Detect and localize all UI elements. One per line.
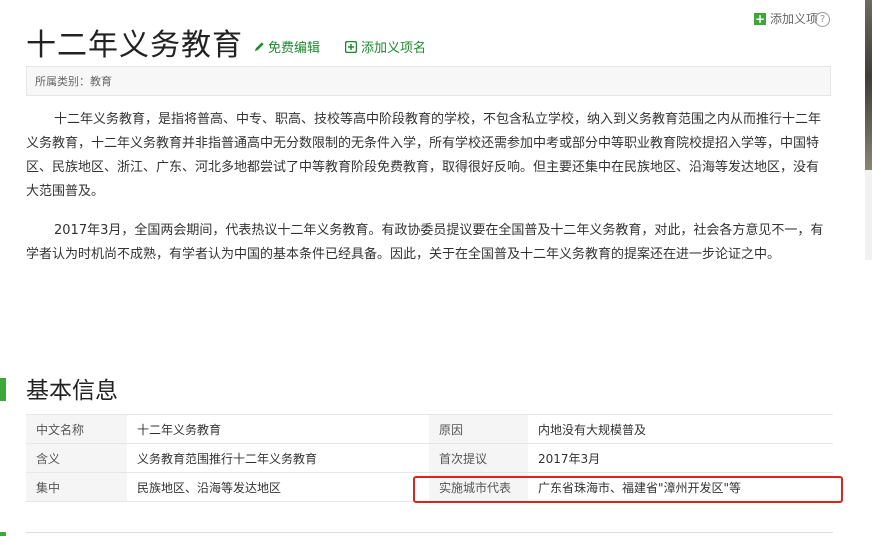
side-image-strip bbox=[865, 0, 872, 170]
info-key: 原因 bbox=[429, 414, 528, 444]
side-panel bbox=[865, 170, 872, 260]
highlight-box bbox=[413, 476, 843, 503]
page-title: 十二年义务教育 bbox=[26, 28, 243, 63]
edit-button[interactable]: 免费编辑 bbox=[254, 37, 320, 56]
add-name-label: 添加义项名 bbox=[361, 41, 427, 56]
add-item-label: 添加义项 bbox=[769, 12, 818, 26]
info-key: 首次提议 bbox=[429, 443, 528, 473]
add-item-link[interactable]: + 添加义项 bbox=[753, 10, 818, 27]
info-value: 十二年义务教育 bbox=[127, 414, 429, 444]
add-name-icon bbox=[345, 40, 357, 53]
section-marker bbox=[0, 378, 6, 401]
info-key: 集中 bbox=[26, 472, 127, 502]
table-row: 含义 义务教育范围推行十二年义务教育 首次提议 2017年3月 bbox=[26, 443, 833, 473]
summary-paragraph-2: 2017年3月，全国两会期间，代表热议十二年义务教育。有政协委员提议要在全国普及… bbox=[26, 223, 824, 262]
summary-paragraph-1: 十二年义务教育，是指将普高、中专、职高、技校等高中阶段教育的学校，不包含私立学校… bbox=[26, 112, 822, 199]
info-value: 2017年3月 bbox=[528, 443, 833, 473]
info-value: 内地没有大规模普及 bbox=[528, 414, 833, 444]
edit-label: 免费编辑 bbox=[268, 41, 321, 56]
category-bar: 所属类别：教育 bbox=[26, 66, 831, 96]
table-row: 中文名称 十二年义务教育 原因 内地没有大规模普及 bbox=[26, 414, 833, 444]
plus-icon: + bbox=[753, 11, 766, 26]
info-value: 义务教育范围推行十二年义务教育 bbox=[127, 443, 429, 473]
help-icon[interactable]: ? bbox=[815, 12, 830, 27]
info-key: 中文名称 bbox=[26, 414, 127, 444]
add-item-name-button[interactable]: 添加义项名 bbox=[345, 37, 426, 56]
pencil-icon bbox=[254, 42, 264, 52]
next-section-tabs bbox=[26, 532, 833, 537]
section-marker-next bbox=[0, 532, 6, 536]
info-value: 民族地区、沿海等发达地区 bbox=[127, 472, 429, 502]
info-key: 含义 bbox=[26, 443, 127, 473]
section-title-basic-info: 基本信息 bbox=[26, 378, 118, 404]
